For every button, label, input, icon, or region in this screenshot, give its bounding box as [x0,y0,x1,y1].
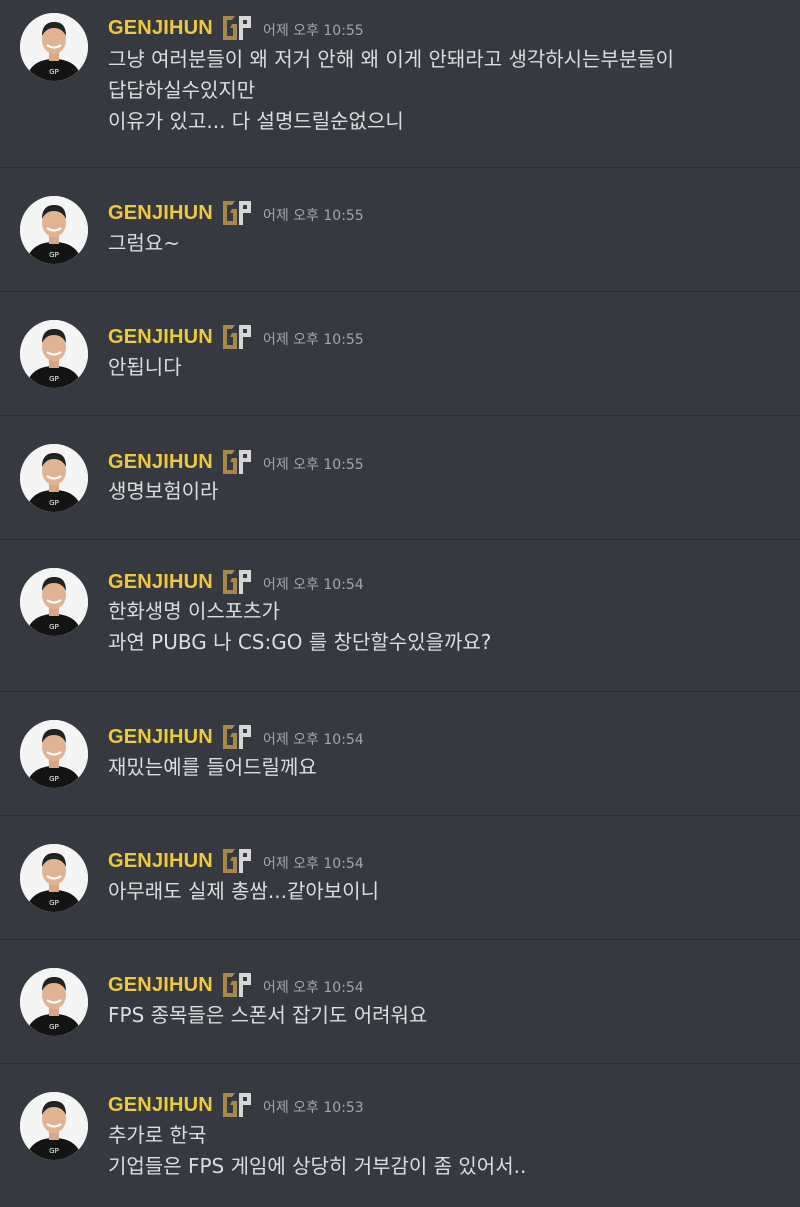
timestamp: 어제 오후 10:55 [262,456,364,473]
message-header: GENJIHUN 어제 오후 10:54 [108,567,364,597]
svg-text:GP: GP [49,1023,59,1031]
message-header: GENJIHUN 어제 오후 10:55 [108,447,364,477]
message-text-line: 기업들은 FPS 게임에 상당히 거부감이 좀 있어서.. [108,1154,527,1178]
avatar[interactable]: GP [20,720,88,788]
avatar[interactable]: GP [20,320,88,388]
message-content: 안됩니다 [108,352,780,383]
message-text-line: 재밌는예를 들어드릴께요 [108,755,317,779]
message-text-line: FPS 종목들은 스폰서 잡기도 어려워요 [108,1003,428,1027]
svg-text:GP: GP [49,623,59,631]
message-text-line: 추가로 한국 [108,1123,207,1147]
message-text-line: 과연 PUBG 나 CS:GO 를 창단할수있을까요? [108,630,492,654]
svg-text:GP: GP [49,251,59,259]
username[interactable]: GENJIHUN [108,974,213,997]
chat-message[interactable]: GP GENJIHUN 어제 오후 10:54 한화생명 이스포츠가 과연 PUBG… [0,540,800,692]
username[interactable]: GENJIHUN [108,571,213,594]
username[interactable]: GENJIHUN [108,326,213,349]
username[interactable]: GENJIHUN [108,850,213,873]
message-header: GENJIHUN 어제 오후 10:54 [108,722,364,752]
gen-g-logo-icon [213,448,253,476]
message-header: GENJIHUN 어제 오후 10:53 [108,1090,364,1120]
gen-g-logo-icon [213,847,253,875]
timestamp: 어제 오후 10:55 [262,331,364,348]
username[interactable]: GENJIHUN [108,202,213,225]
avatar[interactable]: GP [20,13,88,81]
chat-message[interactable]: GP GENJIHUN 어제 오후 10:54 재밌는예를 들어드릴께요 [0,692,800,816]
svg-text:GP: GP [49,375,59,383]
chat-message[interactable]: GP GENJIHUN 어제 오후 10:53 추가로 한국 기업들은 FPS 게임… [0,1064,800,1207]
username[interactable]: GENJIHUN [108,1094,213,1117]
avatar[interactable]: GP [20,568,88,636]
avatar[interactable]: GP [20,844,88,912]
message-content: 한화생명 이스포츠가과연 PUBG 나 CS:GO 를 창단할수있을까요? [108,596,780,658]
gen-g-logo-icon [213,323,253,351]
username[interactable]: GENJIHUN [108,17,213,40]
svg-text:GP: GP [49,899,59,907]
message-header: GENJIHUN 어제 오후 10:55 [108,322,364,352]
gen-g-logo-icon [213,971,253,999]
chat-message[interactable]: GP GENJIHUN 어제 오후 10:55 그럼요~ [0,168,800,292]
timestamp: 어제 오후 10:55 [262,22,364,39]
message-header: GENJIHUN 어제 오후 10:54 [108,970,364,1000]
timestamp: 어제 오후 10:54 [262,731,364,748]
message-header: GENJIHUN 어제 오후 10:55 [108,13,364,43]
svg-text:GP: GP [49,499,59,507]
message-content: 생명보험이라 [108,476,780,507]
message-text-line: 그냥 여러분들이 왜 저거 안해 왜 이게 안돼라고 생각하시는부분들이 [108,47,675,71]
message-text-line: 아무래도 실제 총쌈...같아보이니 [108,879,379,903]
chat-message[interactable]: GP GENJIHUN 어제 오후 10:54 아무래도 실제 총쌈...같아보이… [0,816,800,940]
message-content: 아무래도 실제 총쌈...같아보이니 [108,876,780,907]
username[interactable]: GENJIHUN [108,726,213,749]
svg-text:GP: GP [49,1147,59,1155]
message-text-line: 한화생명 이스포츠가 [108,599,280,623]
gen-g-logo-icon [213,199,253,227]
avatar[interactable]: GP [20,968,88,1036]
chat-message[interactable]: GP GENJIHUN 어제 오후 10:54 FPS 종목들은 스폰서 잡기도 … [0,940,800,1064]
svg-text:GP: GP [49,775,59,783]
avatar[interactable]: GP [20,444,88,512]
message-content: 재밌는예를 들어드릴께요 [108,752,780,783]
message-content: 추가로 한국기업들은 FPS 게임에 상당히 거부감이 좀 있어서.. [108,1120,780,1182]
message-text-line: 생명보험이라 [108,479,219,503]
timestamp: 어제 오후 10:54 [262,576,364,593]
chat-message[interactable]: GP GENJIHUN 어제 오후 10:55 생명보험이라 [0,416,800,540]
gen-g-logo-icon [213,1091,253,1119]
message-text-line: 이유가 있고... 다 설명드릴순없으니 [108,109,404,133]
message-text-line: 답답하실수있지만 [108,78,256,102]
svg-text:GP: GP [49,68,59,76]
timestamp: 어제 오후 10:53 [262,1099,364,1116]
username[interactable]: GENJIHUN [108,451,213,474]
message-content: 그럼요~ [108,228,780,259]
gen-g-logo-icon [213,723,253,751]
avatar[interactable]: GP [20,196,88,264]
chat-message[interactable]: GP GENJIHUN 어제 오후 10:55 안됩니다 [0,292,800,416]
message-content: 그냥 여러분들이 왜 저거 안해 왜 이게 안돼라고 생각하시는부분들이답답하실… [108,44,780,137]
message-header: GENJIHUN 어제 오후 10:55 [108,198,364,228]
timestamp: 어제 오후 10:54 [262,855,364,872]
message-header: GENJIHUN 어제 오후 10:54 [108,846,364,876]
message-text-line: 그럼요~ [108,231,180,255]
chat-message[interactable]: GP GENJIHUN 어제 오후 10:55 그냥 여러분들이 왜 저거 안해 … [0,0,800,168]
gen-g-logo-icon [213,14,253,42]
avatar[interactable]: GP [20,1092,88,1160]
message-text-line: 안됩니다 [108,355,182,379]
message-content: FPS 종목들은 스폰서 잡기도 어려워요 [108,1000,780,1031]
gen-g-logo-icon [213,568,253,596]
timestamp: 어제 오후 10:55 [262,207,364,224]
timestamp: 어제 오후 10:54 [262,979,364,996]
